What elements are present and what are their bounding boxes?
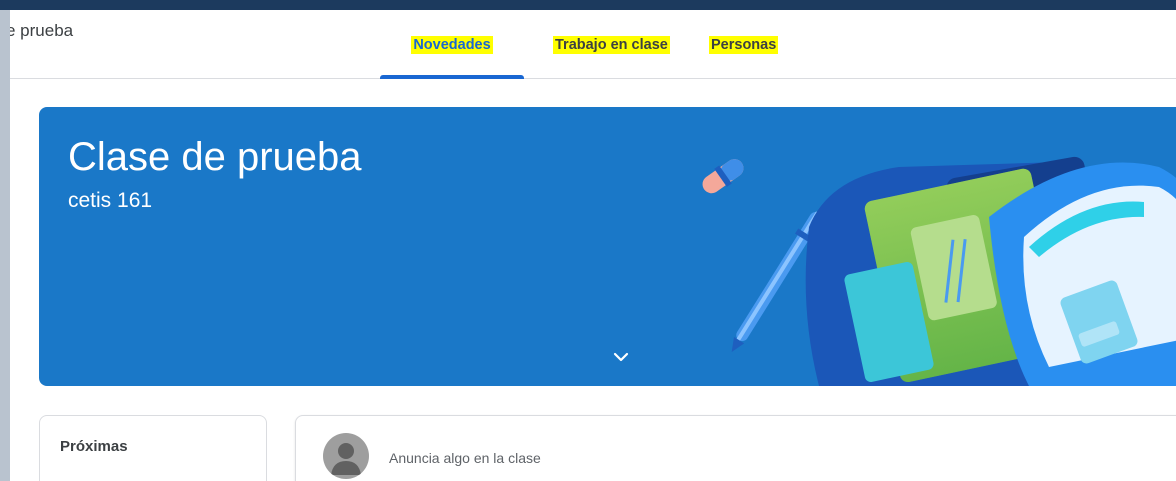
expand-banner-button[interactable] — [609, 345, 633, 369]
top-bar: e prueba Novedades Trabajo en clase Pers… — [10, 10, 1176, 79]
tab-trabajo-en-clase[interactable]: Trabajo en clase — [553, 10, 703, 79]
backpack-illustration — [702, 156, 1176, 386]
user-avatar-icon — [323, 433, 369, 479]
announce-placeholder: Anuncia algo en la clase — [389, 450, 541, 466]
tab-label: Personas — [709, 35, 779, 54]
banner-title: Clase de prueba — [68, 135, 362, 179]
banner-subtitle: cetis 161 — [68, 189, 153, 212]
upcoming-title: Próximas — [60, 438, 128, 455]
class-name[interactable]: e prueba — [10, 21, 73, 41]
announce-box[interactable]: Anuncia algo en la clase — [295, 415, 1176, 481]
tab-label: Novedades — [411, 35, 493, 54]
window-edge — [0, 10, 10, 481]
tab-personas[interactable]: Personas — [709, 10, 779, 79]
upcoming-card: Próximas — [39, 415, 267, 481]
tab-novedades[interactable]: Novedades — [380, 10, 524, 79]
chevron-down-icon — [613, 352, 629, 362]
class-banner: Clase de prueba cetis 161 — [39, 107, 1176, 386]
classroom-window: e prueba Novedades Trabajo en clase Pers… — [10, 10, 1176, 481]
active-tab-indicator — [380, 75, 524, 79]
tab-bar: Novedades Trabajo en clase Personas — [380, 10, 779, 79]
tab-label: Trabajo en clase — [553, 35, 670, 54]
